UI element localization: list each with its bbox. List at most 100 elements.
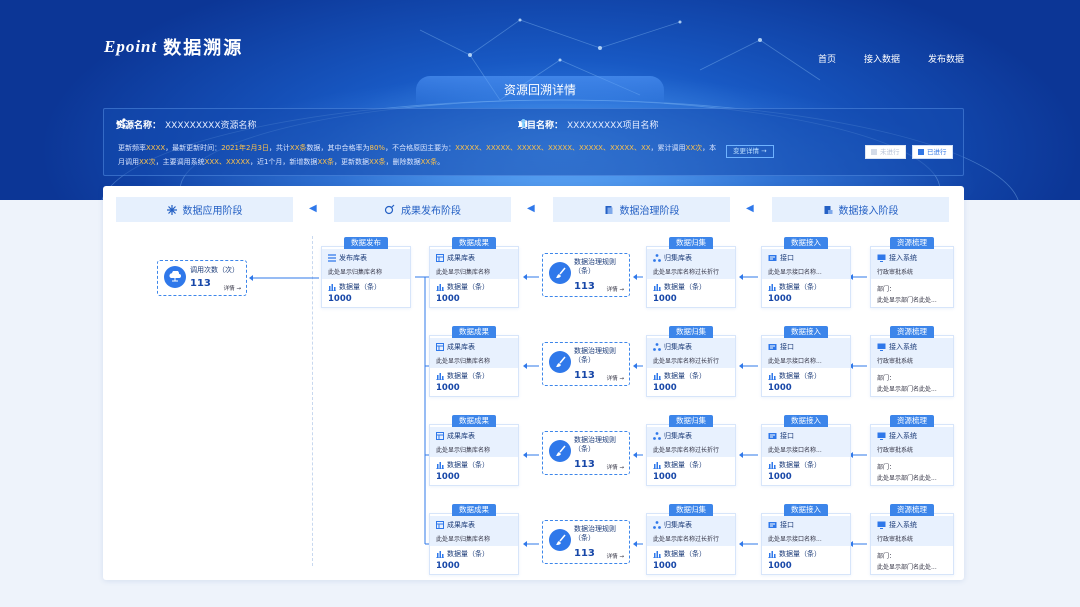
- access-node[interactable]: 数据接入 接口 此处显示接口名称... 数据量（条） 1000: [761, 326, 851, 397]
- lock-file-icon: [824, 205, 832, 214]
- dept-value: 此处显示部门名此处...: [877, 564, 937, 571]
- node-title: 成果库表: [447, 432, 475, 440]
- node-tag: 资源梳理: [890, 504, 934, 516]
- interface-icon: [768, 344, 777, 350]
- node-header: 接口 此处显示接口名称...: [762, 338, 850, 368]
- list-icon: [328, 254, 336, 262]
- source-node[interactable]: 资源梳理 接入系统 行政审批系统 部门： 此处显示部门名此处...: [870, 415, 954, 486]
- node-count-value: 1000: [436, 383, 460, 393]
- bar-chart-icon: [436, 284, 444, 291]
- node-footer: 数据量（条） 1000: [436, 371, 489, 393]
- node-tag: 数据接入: [784, 326, 828, 338]
- governance-rule-box[interactable]: 数据治理规则（条） 113 详情 →: [542, 431, 630, 475]
- node-count-value: 1000: [328, 294, 352, 304]
- node-desc: 此处显示归集库名称: [328, 269, 383, 276]
- collect-node[interactable]: 数据归集 归集库表 此处显示库名称过长折行 数据量（条） 1000: [646, 504, 736, 575]
- collect-node[interactable]: 数据归集 归集库表 此处显示库名称过长折行 数据量（条） 1000: [646, 237, 736, 308]
- node-tag: 数据成果: [452, 326, 496, 338]
- summary-text: ，主要调用系统: [155, 158, 205, 166]
- node-dept: 部门： 此处显示部门名此处...: [877, 373, 937, 395]
- rule-detail-link[interactable]: 详情 →: [607, 463, 624, 471]
- node-count-label: 数据量（条）: [664, 283, 706, 291]
- node-tag: 数据归集: [669, 237, 713, 249]
- node-footer: 数据量（条） 1000: [436, 549, 489, 571]
- node-count-label: 数据量（条）: [447, 372, 489, 380]
- node-desc: 此处显示库名称过长折行: [653, 447, 720, 454]
- app-logo[interactable]: Epoint 数据溯源: [104, 34, 243, 60]
- nav-item-home[interactable]: 首页: [818, 52, 836, 65]
- access-node[interactable]: 数据接入 接口 此处显示接口名称... 数据量（条） 1000: [761, 237, 851, 308]
- usage-count-box[interactable]: 调用次数（次） 113 详情 →: [157, 260, 247, 296]
- change-detail-button[interactable]: 变更详情 →: [726, 145, 774, 158]
- column-divider: [312, 236, 313, 566]
- node-tag: 数据发布: [344, 237, 388, 249]
- bar-chart-icon: [436, 462, 444, 469]
- access-node[interactable]: 数据接入 接口 此处显示接口名称... 数据量（条） 1000: [761, 415, 851, 486]
- node-count-value: 1000: [653, 294, 677, 304]
- status-square-icon: [871, 149, 877, 155]
- stage-data-governance: 数据治理阶段: [553, 197, 730, 222]
- status-done-badge[interactable]: 已进行: [912, 145, 953, 159]
- node-tag: 数据接入: [784, 237, 828, 249]
- node-header: 归集库表 此处显示库名称过长折行: [647, 516, 735, 546]
- node-desc: 此处显示接口名称...: [768, 358, 822, 365]
- result-node[interactable]: 数据成果 成果库表 此处显示归集库名称 数据量（条） 1000: [429, 326, 519, 397]
- result-node[interactable]: 数据成果 成果库表 此处显示归集库名称 数据量（条） 1000: [429, 504, 519, 575]
- result-node[interactable]: 数据成果 成果库表 此处显示归集库名称 数据量（条） 1000: [429, 237, 519, 308]
- nav-item-publish-data[interactable]: 发布数据: [928, 52, 964, 65]
- node-title: 接口: [780, 343, 794, 351]
- source-node[interactable]: 资源梳理 接入系统 行政审批系统 部门： 此处显示部门名此处...: [870, 504, 954, 575]
- hierarchy-icon: [653, 521, 661, 529]
- usage-detail-link[interactable]: 详情 →: [224, 284, 241, 292]
- collect-node[interactable]: 数据归集 归集库表 此处显示库名称过长折行 数据量（条） 1000: [646, 415, 736, 486]
- node-header: 接入系统 行政审批系统: [871, 427, 953, 457]
- governance-rule-box[interactable]: 数据治理规则（条） 113 详情 →: [542, 520, 630, 564]
- stage-label: 数据应用阶段: [182, 206, 243, 217]
- collect-node[interactable]: 数据归集 归集库表 此处显示库名称过长折行 数据量（条） 1000: [646, 326, 736, 397]
- summary-highlight: XX条: [289, 144, 307, 152]
- node-title: 接口: [780, 254, 794, 262]
- summary-highlight: XX次: [139, 158, 156, 166]
- brand-text: Epoint: [104, 37, 158, 56]
- result-node[interactable]: 数据成果 成果库表 此处显示归集库名称 数据量（条） 1000: [429, 415, 519, 486]
- rule-detail-link[interactable]: 详情 →: [607, 374, 624, 382]
- bar-chart-icon: [653, 462, 661, 469]
- nav-item-access-data[interactable]: 接入数据: [864, 52, 900, 65]
- rule-detail-link[interactable]: 详情 →: [607, 552, 624, 560]
- project-name-value: XXXXXXXXX项目名称: [567, 121, 659, 131]
- node-title: 归集库表: [664, 254, 692, 262]
- resource-summary-text: 更新频率XXXX，最新更新时间：2021年2月3日，共计XX条数据，其中合格率为…: [118, 141, 718, 169]
- access-node[interactable]: 数据接入 接口 此处显示接口名称... 数据量（条） 1000: [761, 504, 851, 575]
- node-count-label: 数据量（条）: [664, 550, 706, 558]
- summary-text: 。: [437, 158, 445, 166]
- publish-node[interactable]: 数据发布 发布库表 此处显示归集库名称 数据量（条） 1000: [321, 237, 411, 308]
- rule-label: 数据治理规则（条）: [574, 258, 616, 275]
- node-title: 归集库表: [664, 521, 692, 529]
- bar-chart-icon: [653, 373, 661, 380]
- usage-count-value: 113: [190, 278, 211, 289]
- node-header: 发布库表 此处显示归集库名称: [322, 249, 410, 279]
- stage-label: 数据接入阶段: [838, 206, 899, 217]
- node-count-label: 数据量（条）: [779, 550, 821, 558]
- node-tag: 资源梳理: [890, 237, 934, 249]
- node-footer: 数据量（条） 1000: [768, 371, 821, 393]
- share-icon: [116, 118, 126, 128]
- summary-text: 数据，其中合格率为: [306, 144, 370, 152]
- bar-chart-icon: [653, 284, 661, 291]
- status-not-started-badge[interactable]: 未进行: [865, 145, 906, 159]
- rule-detail-link[interactable]: 详情 →: [607, 285, 624, 293]
- node-count-label: 数据量（条）: [779, 461, 821, 469]
- node-tag: 数据接入: [784, 415, 828, 427]
- summary-highlight: XX次: [685, 144, 703, 152]
- stage-data-access: 数据接入阶段: [772, 197, 949, 222]
- source-node[interactable]: 资源梳理 接入系统 行政审批系统 部门： 此处显示部门名此处...: [870, 237, 954, 308]
- governance-rule-box[interactable]: 数据治理规则（条） 113 详情 →: [542, 342, 630, 386]
- hierarchy-icon: [653, 254, 661, 262]
- bar-chart-icon: [768, 462, 776, 469]
- node-title: 归集库表: [664, 432, 692, 440]
- hierarchy-icon: [653, 432, 661, 440]
- governance-rule-box[interactable]: 数据治理规则（条） 113 详情 →: [542, 253, 630, 297]
- node-count-value: 1000: [768, 294, 792, 304]
- source-node[interactable]: 资源梳理 接入系统 行政审批系统 部门： 此处显示部门名此处...: [870, 326, 954, 397]
- usage-count-label: 调用次数（次）: [190, 266, 239, 274]
